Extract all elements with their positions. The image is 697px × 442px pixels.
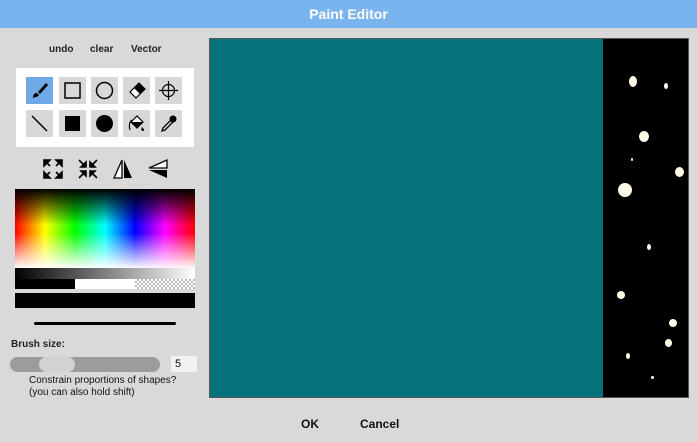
- shrink-icon: [78, 159, 98, 179]
- rectangle-outline-icon: [64, 82, 81, 99]
- title-bar: Paint Editor: [0, 0, 697, 28]
- line-tool[interactable]: [26, 110, 53, 137]
- current-color-preview: [15, 293, 195, 308]
- line-icon: [31, 115, 48, 132]
- ellipse-outline-icon: [95, 81, 114, 100]
- filled-ellipse-tool[interactable]: [91, 110, 118, 137]
- shrink-button[interactable]: [77, 158, 99, 180]
- star: [675, 167, 684, 177]
- constrain-proportions-toggle[interactable]: Constrain proportions of shapes? (you ca…: [29, 375, 176, 399]
- select-tool[interactable]: [155, 77, 182, 104]
- grow-button[interactable]: [42, 158, 64, 180]
- eyedropper-tool[interactable]: [155, 110, 182, 137]
- ellipse-tool[interactable]: [91, 77, 118, 104]
- tool-palette: [16, 68, 194, 147]
- white-swatch[interactable]: [75, 279, 135, 289]
- filled-rectangle-tool[interactable]: [59, 110, 86, 137]
- ok-button[interactable]: OK: [301, 417, 319, 431]
- grayscale-bar[interactable]: [15, 268, 195, 279]
- star: [639, 131, 649, 142]
- slider-thumb[interactable]: [39, 357, 75, 372]
- flip-vertical-button[interactable]: [147, 158, 169, 180]
- window-title: Paint Editor: [309, 6, 388, 22]
- flip-horizontal-icon: [112, 159, 132, 179]
- star: [618, 183, 632, 197]
- transparent-swatch[interactable]: [135, 279, 195, 289]
- flip-horizontal-button[interactable]: [112, 158, 134, 180]
- star: [651, 376, 654, 379]
- paint-bucket-icon: [128, 115, 145, 131]
- brush-size-input[interactable]: 5: [171, 356, 197, 372]
- rectangle-tool[interactable]: [59, 77, 86, 104]
- grow-icon: [43, 159, 63, 179]
- brush-size-label: Brush size:: [11, 339, 65, 350]
- star: [631, 158, 633, 161]
- brush-tool[interactable]: [26, 77, 53, 104]
- color-palette[interactable]: [15, 189, 195, 269]
- crosshair-icon: [159, 81, 178, 100]
- paint-canvas[interactable]: [209, 38, 689, 398]
- brush-size-preview: [34, 322, 176, 325]
- star: [617, 291, 625, 299]
- fill-tool[interactable]: [123, 110, 150, 137]
- flip-vertical-icon: [148, 158, 168, 178]
- star: [669, 319, 677, 327]
- quick-swatches: [15, 279, 195, 289]
- star: [664, 83, 668, 89]
- brush-icon: [33, 83, 48, 98]
- constrain-label: Constrain proportions of shapes?: [29, 375, 177, 386]
- star: [629, 76, 637, 87]
- rectangle-filled-icon: [65, 116, 80, 131]
- star: [647, 244, 651, 250]
- undo-button[interactable]: undo: [49, 44, 73, 55]
- black-swatch[interactable]: [15, 279, 75, 289]
- star: [626, 353, 630, 359]
- eraser-icon: [129, 82, 146, 99]
- vector-button[interactable]: Vector: [131, 44, 162, 55]
- star: [665, 339, 672, 347]
- cancel-button[interactable]: Cancel: [360, 417, 399, 431]
- ellipse-filled-icon: [96, 115, 113, 132]
- eraser-tool[interactable]: [123, 77, 150, 104]
- brush-size-slider[interactable]: [10, 357, 160, 372]
- starfield-image: [603, 39, 688, 397]
- constrain-hint: (you can also hold shift): [29, 387, 135, 398]
- clear-button[interactable]: clear: [90, 44, 113, 55]
- eyedropper-icon: [160, 115, 177, 133]
